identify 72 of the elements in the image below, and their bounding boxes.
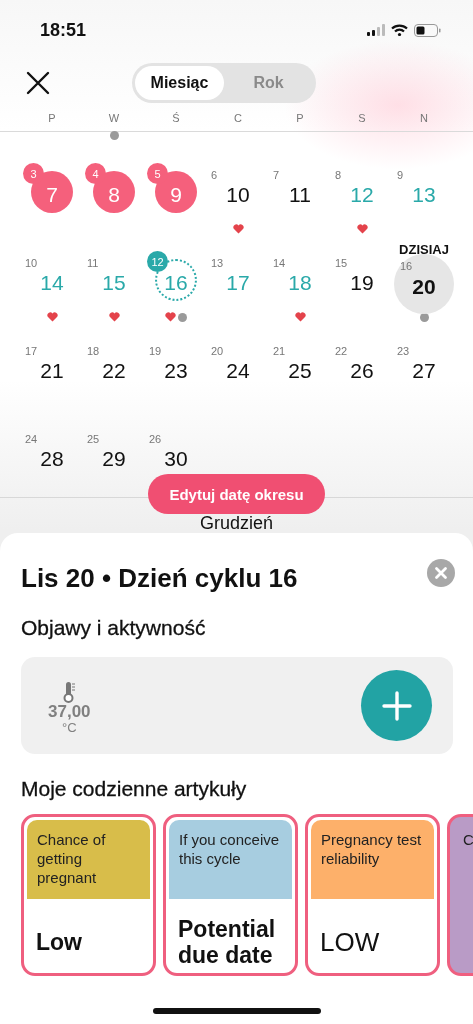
section-title: Objawy i aktywność bbox=[21, 616, 207, 640]
status-time: 18:51 bbox=[40, 19, 87, 41]
article-heading: C bbox=[463, 830, 473, 849]
weekday-label: N bbox=[420, 111, 428, 126]
cycle-day: 11 bbox=[87, 257, 99, 269]
day-number[interactable]: 28 bbox=[40, 447, 64, 469]
cycle-day: 24 bbox=[25, 433, 38, 445]
day-number[interactable]: 20 bbox=[412, 275, 436, 297]
day-number[interactable]: 22 bbox=[102, 359, 126, 381]
day-number[interactable]: 19 bbox=[350, 271, 374, 293]
day-number[interactable]: 24 bbox=[226, 359, 250, 381]
close-icon[interactable] bbox=[26, 71, 50, 95]
cycle-day: 26 bbox=[149, 433, 162, 445]
article-value: Potential due date bbox=[177, 914, 277, 970]
day-number[interactable]: 27 bbox=[412, 359, 436, 381]
battery-icon bbox=[414, 23, 441, 37]
cycle-day-badge: 12 bbox=[147, 251, 168, 272]
temperature-unit: °C bbox=[61, 720, 77, 735]
today-label: DZISIAJ bbox=[399, 242, 449, 257]
wifi-icon bbox=[391, 24, 408, 36]
month-title: Grudzień bbox=[198, 513, 274, 533]
cycle-day-badge: 5 bbox=[147, 163, 168, 184]
cycle-day: 14 bbox=[273, 257, 286, 269]
day-number[interactable]: 10 bbox=[226, 183, 250, 205]
temperature-value: 37,00 bbox=[48, 702, 91, 721]
cycle-day: 8 bbox=[335, 169, 342, 181]
plus-icon bbox=[381, 690, 412, 721]
cycle-day: 9 bbox=[397, 169, 404, 181]
cycle-day: 6 bbox=[211, 169, 218, 181]
day-number[interactable]: 30 bbox=[164, 447, 188, 469]
cycle-day: 23 bbox=[397, 345, 410, 357]
view-tab[interactable]: Miesiąc bbox=[135, 66, 224, 100]
article-heading: If you conceive this cycle bbox=[179, 830, 281, 868]
article-heading: Pregnancy test reliability bbox=[321, 830, 423, 868]
weekday-label: P bbox=[48, 111, 56, 126]
day-number[interactable]: 11 bbox=[289, 183, 311, 205]
signal-icon bbox=[367, 24, 385, 36]
cycle-day: 20 bbox=[211, 345, 224, 357]
weekday-label: C bbox=[234, 111, 242, 126]
cycle-day: 22 bbox=[335, 345, 348, 357]
thermometer-icon bbox=[62, 680, 77, 703]
day-title: Lis 20 • Dzień cyklu 16 bbox=[21, 562, 298, 594]
article-card[interactable]: C bbox=[447, 814, 473, 976]
article-card[interactable]: If you conceive this cycle Potential due date bbox=[163, 814, 298, 976]
article-card[interactable]: Pregnancy test reliability LOW bbox=[305, 814, 440, 976]
article-heading: Chance of getting pregnant bbox=[37, 830, 107, 887]
section-title: Moje codzienne artykuły bbox=[21, 777, 248, 801]
article-value: LOW bbox=[319, 925, 381, 959]
cycle-day: 21 bbox=[273, 345, 286, 357]
day-number[interactable]: 26 bbox=[350, 359, 374, 381]
weekday-label: S bbox=[358, 111, 366, 126]
cycle-day-badge: 4 bbox=[85, 163, 106, 184]
weekday-label: W bbox=[108, 111, 120, 126]
cycle-day: 7 bbox=[273, 169, 280, 181]
cycle-day: 17 bbox=[25, 345, 38, 357]
day-number[interactable]: 21 bbox=[40, 359, 64, 381]
cycle-day: 25 bbox=[87, 433, 100, 445]
article-value: Low bbox=[35, 927, 83, 957]
cycle-day: 18 bbox=[87, 345, 100, 357]
day-number[interactable]: 25 bbox=[288, 359, 312, 381]
day-number[interactable]: 29 bbox=[102, 447, 126, 469]
cycle-day: 13 bbox=[211, 257, 224, 269]
article-card[interactable]: Chance of getting pregnant Low bbox=[21, 814, 156, 976]
temperature-item[interactable]: 37,00 °C bbox=[48, 676, 91, 735]
cycle-day: 15 bbox=[335, 257, 348, 269]
weekday-label: Ś bbox=[172, 111, 180, 126]
cycle-day: 10 bbox=[25, 257, 38, 269]
day-number[interactable]: 23 bbox=[164, 359, 188, 381]
weekday-label: P bbox=[296, 111, 304, 126]
cycle-day: 19 bbox=[149, 345, 162, 357]
cycle-day-badge: 3 bbox=[23, 163, 44, 184]
cycle-day: 16 bbox=[400, 260, 413, 272]
